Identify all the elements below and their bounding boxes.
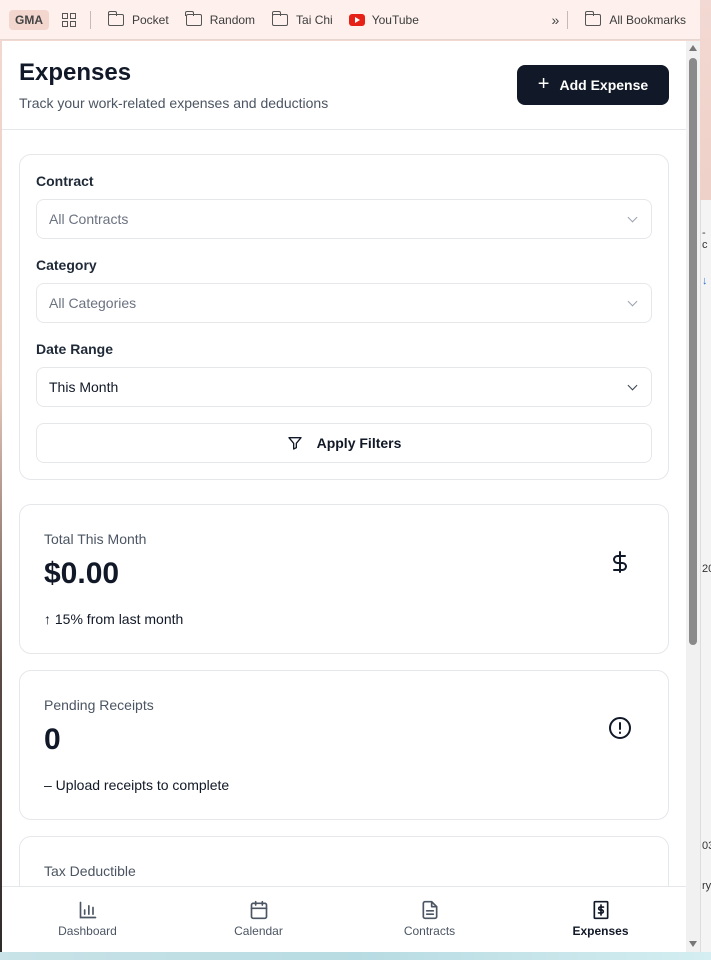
filter-icon [287, 437, 302, 450]
folder-icon [107, 10, 124, 26]
vertical-scrollbar[interactable] [686, 41, 700, 952]
apps-grid-icon[interactable] [62, 12, 76, 27]
bookmarks-bar: GMA Pocket Random Tai Chi YouTube » All … [0, 0, 700, 40]
youtube-icon [348, 13, 365, 26]
date-range-select[interactable]: This Month [36, 367, 652, 407]
folder-icon [185, 10, 202, 26]
background-text: ↓ [702, 275, 708, 287]
alert-circle-icon [609, 717, 631, 739]
scrollbar-thumb[interactable] [689, 58, 697, 645]
stat-value: 0 [44, 723, 61, 756]
bookmarks-divider [567, 10, 569, 29]
contract-label: Contract [36, 173, 94, 189]
filters-card: Contract All Contracts Category All Cate… [19, 154, 669, 480]
apply-filters-button[interactable]: Apply Filters [36, 423, 652, 463]
page-title: Expenses [19, 59, 132, 86]
nav-calendar[interactable]: Calendar [173, 887, 344, 952]
dollar-icon [613, 551, 627, 573]
add-expense-label: Add Expense [559, 77, 649, 93]
nav-dashboard[interactable]: Dashboard [2, 887, 173, 952]
date-range-label: Date Range [36, 341, 114, 357]
category-select[interactable]: All Categories [36, 283, 652, 323]
background-text: 03 [702, 840, 711, 852]
file-text-icon [422, 900, 437, 920]
category-label: Category [36, 257, 97, 273]
app-window: Expenses Track your work-related expense… [2, 41, 700, 952]
background-text: -c [702, 227, 708, 251]
folder-icon [584, 10, 602, 26]
nav-expenses[interactable]: Expenses [515, 887, 686, 952]
plus-icon: + [537, 73, 550, 95]
background-window-edge: -c ↓ 20 03 ry [700, 200, 711, 960]
profile-badge[interactable]: GMA [9, 9, 49, 30]
calendar-icon [250, 900, 267, 920]
stat-note: – Upload receipts to complete [44, 777, 230, 793]
all-bookmarks[interactable]: All Bookmarks [584, 10, 686, 27]
bookmark-youtube[interactable]: YouTube [348, 13, 419, 27]
stat-label: Pending Receipts [44, 697, 154, 713]
stat-label: Tax Deductible [44, 863, 136, 879]
bookmark-pocket[interactable]: Pocket [107, 10, 169, 27]
add-expense-button[interactable]: + Add Expense [517, 65, 669, 105]
taskbar-edge [0, 952, 711, 960]
bookmark-tai-chi[interactable]: Tai Chi [271, 10, 333, 27]
folder-icon [271, 10, 289, 26]
nav-contracts[interactable]: Contracts [344, 887, 515, 952]
stat-value: $0.00 [44, 557, 120, 590]
contract-select[interactable]: All Contracts [36, 199, 652, 239]
page-header: Expenses Track your work-related expense… [2, 41, 686, 130]
stat-trend: ↑ 15% from last month [44, 611, 184, 627]
bookmark-random[interactable]: Random [185, 10, 255, 27]
bookmarks-divider [90, 10, 91, 29]
scroll-down-arrow-icon[interactable] [689, 941, 697, 947]
chevron-down-icon [627, 296, 638, 307]
page-subtitle: Track your work-related expenses and ded… [19, 95, 329, 111]
chevron-down-icon [627, 380, 638, 391]
bottom-nav: Dashboard Calendar Contracts Expenses [2, 886, 686, 952]
bookmarks-overflow-button[interactable]: » [552, 12, 560, 28]
background-text: 20 [702, 563, 711, 575]
stat-card-total: Total This Month $0.00 ↑ 15% from last m… [19, 504, 669, 654]
bar-chart-icon [79, 901, 96, 919]
stat-card-pending: Pending Receipts 0 – Upload receipts to … [19, 670, 669, 820]
receipt-dollar-icon [593, 900, 608, 920]
chevron-down-icon [627, 212, 638, 223]
stat-label: Total This Month [44, 531, 147, 547]
scroll-up-arrow-icon[interactable] [689, 45, 697, 51]
background-text: ry [702, 880, 711, 892]
